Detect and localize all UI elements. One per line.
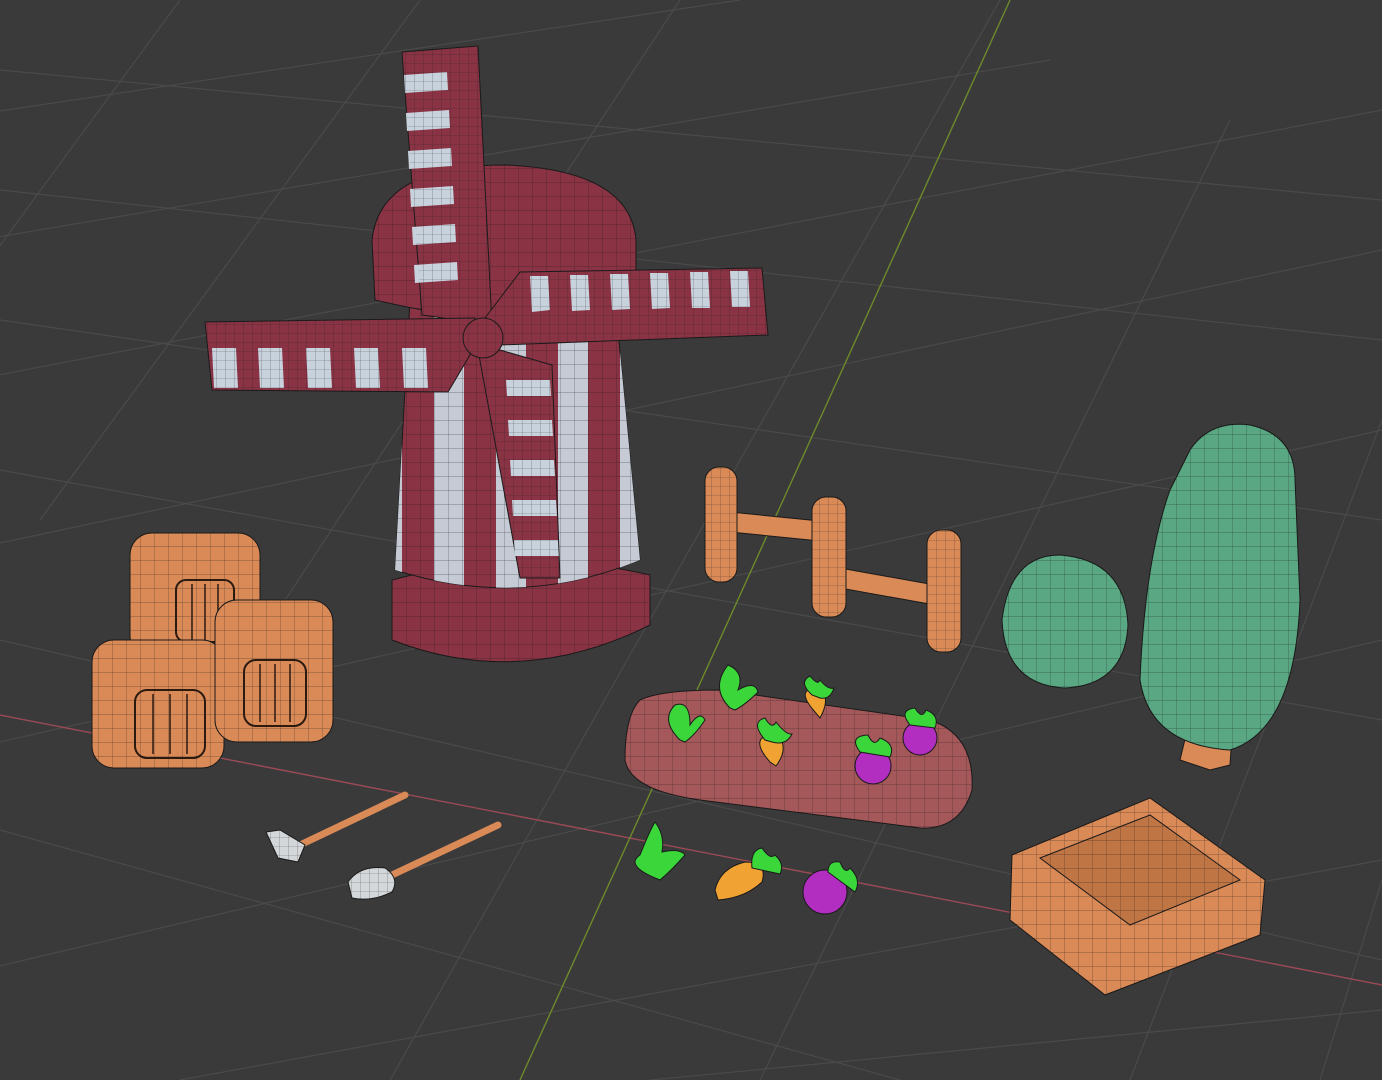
- fence[interactable]: [704, 466, 962, 653]
- hay-bale: [214, 599, 334, 743]
- bush[interactable]: [1001, 554, 1129, 689]
- windmill-blade-right: [484, 267, 769, 346]
- carrot: [714, 847, 783, 901]
- hay-bales[interactable]: [91, 532, 334, 769]
- turnip: [902, 707, 938, 756]
- tall-tree[interactable]: [1139, 423, 1301, 771]
- hay-bale: [91, 639, 225, 769]
- turnip: [802, 861, 859, 915]
- tools[interactable]: [265, 791, 502, 900]
- shovel: [347, 821, 502, 900]
- turnip: [854, 734, 893, 785]
- windmill[interactable]: [204, 45, 769, 663]
- hoe: [265, 791, 409, 863]
- scene-render[interactable]: [0, 0, 1382, 1080]
- windmill-blade-left: [204, 317, 476, 393]
- 3d-viewport[interactable]: [0, 0, 1382, 1080]
- sprout: [634, 821, 686, 881]
- loose-crops[interactable]: [634, 821, 859, 915]
